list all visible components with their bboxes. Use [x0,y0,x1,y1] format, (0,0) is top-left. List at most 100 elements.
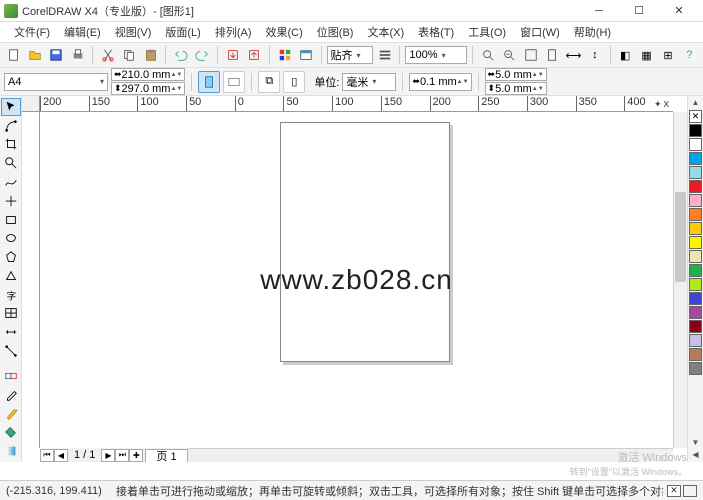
menu-file[interactable]: 文件(F) [8,22,56,42]
vertical-ruler[interactable] [22,112,40,448]
connector-tool[interactable] [1,342,21,360]
current-page-button[interactable]: ▯ [283,71,305,93]
menu-tools[interactable]: 工具(O) [462,22,512,42]
color-swatch[interactable] [689,292,702,305]
menu-bitmap[interactable]: 位图(B) [311,22,360,42]
zoom-tool[interactable] [1,154,21,172]
color-swatch[interactable] [689,236,702,249]
snap-combo[interactable]: 贴齐▾ [327,46,374,64]
add-page-button[interactable]: ✚ [129,449,143,462]
menu-table[interactable]: 表格(T) [412,22,460,42]
text-tool[interactable]: 字 [1,286,21,304]
color-swatch[interactable] [689,278,702,291]
menu-window[interactable]: 窗口(W) [514,22,566,42]
page-tab[interactable]: 页 1 [145,449,187,462]
save-button[interactable] [47,45,66,65]
dup-x-spin[interactable]: ⬌ 5.0 mm▲▼ [485,68,547,81]
rectangle-tool[interactable] [1,211,21,229]
crop-tool[interactable] [1,136,21,154]
import-button[interactable] [223,45,242,65]
minimize-button[interactable]: ─ [579,1,619,21]
zoom-out-button[interactable] [500,45,519,65]
color-swatch[interactable] [689,152,702,165]
color-swatch[interactable] [689,138,702,151]
ellipse-tool[interactable] [1,229,21,247]
outline-tool[interactable] [1,405,21,423]
basic-shapes-tool[interactable] [1,267,21,285]
zoom-page-button[interactable] [542,45,561,65]
color-swatch[interactable] [689,334,702,347]
menu-layout[interactable]: 版面(L) [159,22,206,42]
color-swatch[interactable] [689,194,702,207]
freehand-tool[interactable] [1,173,21,191]
open-button[interactable] [25,45,44,65]
redo-button[interactable] [193,45,212,65]
portrait-button[interactable] [198,71,220,93]
zoom-height-button[interactable]: ↕ [585,45,604,65]
palette-up-button[interactable]: ▲ [688,98,703,110]
next-page-button[interactable]: ▶ [101,449,115,462]
app-launcher-button[interactable] [275,45,294,65]
ruler-origin[interactable] [22,96,40,112]
table-tool[interactable] [1,305,21,323]
vertical-scrollbar[interactable] [673,112,687,448]
cut-button[interactable] [98,45,117,65]
menu-view[interactable]: 视图(V) [109,22,158,42]
nudge-spin[interactable]: ⬌ 0.1 mm▲▼ [409,73,471,91]
menu-help[interactable]: 帮助(H) [568,22,617,42]
palette-flyout-button[interactable]: ◀ [688,450,703,462]
prev-page-button[interactable]: ◀ [54,449,68,462]
menu-edit[interactable]: 编辑(E) [58,22,107,42]
eyedropper-tool[interactable] [1,386,21,404]
interactive-fill-tool[interactable] [1,442,21,460]
color-swatch[interactable] [689,320,702,333]
zoom-width-button[interactable]: ⟷ [564,45,583,65]
color-swatch[interactable] [689,264,702,277]
unit-combo[interactable]: 毫米▾ [342,73,396,91]
view-button-2[interactable]: ▦ [637,45,656,65]
options-button[interactable] [375,45,394,65]
blend-tool[interactable] [1,367,21,385]
zoom-combo[interactable]: 100%▾ [405,46,467,64]
dimension-tool[interactable] [1,323,21,341]
height-spin[interactable]: ⬍ 297.0 mm▲▼ [111,82,185,95]
palette-down-button[interactable]: ▼ [688,438,703,450]
outline-indicator-icon[interactable] [683,485,697,497]
pick-tool[interactable] [1,98,21,116]
copy-button[interactable] [120,45,139,65]
color-swatch[interactable] [689,250,702,263]
color-swatch[interactable] [689,362,702,375]
smart-tool[interactable] [1,192,21,210]
help-button[interactable]: ? [680,45,699,65]
color-swatch[interactable] [689,124,702,137]
new-button[interactable] [4,45,23,65]
export-button[interactable] [245,45,264,65]
print-button[interactable] [68,45,87,65]
view-button-3[interactable]: ⊞ [658,45,677,65]
dup-y-spin[interactable]: ⬍ 5.0 mm▲▼ [485,82,547,95]
undo-button[interactable] [171,45,190,65]
drawing-viewport[interactable]: www.zb028.cn [40,112,673,448]
fill-tool[interactable] [1,424,21,442]
first-page-button[interactable]: ⏮ [40,449,54,462]
color-swatch[interactable] [689,222,702,235]
paste-button[interactable] [141,45,160,65]
menu-text[interactable]: 文本(X) [361,22,410,42]
view-button-1[interactable]: ◧ [616,45,635,65]
horizontal-ruler[interactable]: 20015010050050100150200250300350400 [40,96,673,112]
menu-effects[interactable]: 效果(C) [260,22,309,42]
close-button[interactable]: ✕ [659,1,699,21]
color-swatch[interactable] [689,348,702,361]
color-swatch[interactable] [689,208,702,221]
shape-tool[interactable] [1,117,21,135]
zoom-fit-button[interactable] [521,45,540,65]
menu-arrange[interactable]: 排列(A) [209,22,258,42]
maximize-button[interactable]: ☐ [619,1,659,21]
landscape-button[interactable] [223,71,245,93]
color-swatch[interactable] [689,180,702,193]
all-pages-button[interactable]: ⧉ [258,71,280,93]
last-page-button[interactable]: ⏭ [115,449,129,462]
zoom-in-button[interactable] [478,45,497,65]
color-swatch[interactable] [689,166,702,179]
scrollbar-thumb[interactable] [675,192,686,282]
